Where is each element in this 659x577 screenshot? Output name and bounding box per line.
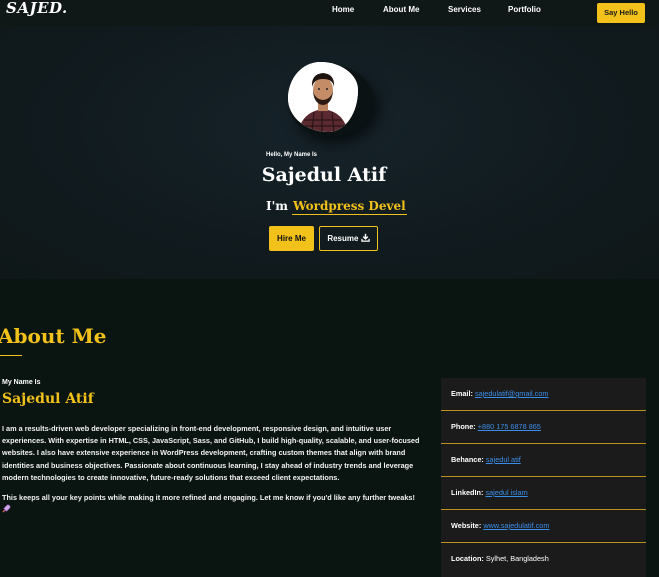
location-label: Location: bbox=[451, 554, 484, 563]
website-label: Website: bbox=[451, 521, 482, 530]
phone-label: Phone: bbox=[451, 422, 476, 431]
info-row-email: Email: sajedulatif@gmail.com bbox=[441, 378, 646, 411]
email-label: Email: bbox=[451, 389, 473, 398]
hero-greeting: Hello, My Name Is bbox=[266, 152, 318, 158]
nav-portfolio[interactable]: Portfolio bbox=[508, 5, 541, 14]
website-link[interactable]: www.sajedulatif.com bbox=[483, 521, 549, 530]
info-row-linkedin: LinkedIn: sajedul islam bbox=[441, 477, 646, 510]
email-link[interactable]: sajedulatif@gmail.com bbox=[475, 389, 549, 398]
nav-about-me[interactable]: About Me bbox=[383, 5, 419, 14]
info-row-phone: Phone: +880 175 6878 865 bbox=[441, 411, 646, 444]
typed-role: Wordpress Devel bbox=[292, 199, 407, 215]
linkedin-link[interactable]: sajedul islam bbox=[485, 488, 527, 497]
about-closing: This keeps all your key points while mak… bbox=[2, 492, 432, 517]
download-icon bbox=[360, 233, 370, 242]
about-closing-text: This keeps all your key points while mak… bbox=[2, 493, 415, 502]
resume-label: Resume bbox=[327, 234, 359, 243]
site-logo[interactable]: SAJED. bbox=[6, 0, 68, 17]
behance-label: Behance: bbox=[451, 455, 484, 464]
top-navbar: SAJED. Home About Me Services Portfolio … bbox=[0, 0, 659, 26]
rocket-icon bbox=[2, 504, 11, 513]
about-section-title: About Me bbox=[0, 324, 107, 348]
hero-role-line: I'm Wordpress Devel bbox=[266, 199, 407, 215]
say-hello-button[interactable]: Say Hello bbox=[597, 3, 645, 23]
phone-link[interactable]: +880 175 6878 865 bbox=[478, 422, 541, 431]
hero-name: Sajedul Atif bbox=[261, 164, 387, 186]
nav-home[interactable]: Home bbox=[332, 5, 354, 14]
info-row-website: Website: www.sajedulatif.com bbox=[441, 510, 646, 543]
nav-services[interactable]: Services bbox=[448, 5, 481, 14]
about-name: Sajedul Atif bbox=[2, 391, 94, 407]
about-my-name-is: My Name Is bbox=[2, 379, 41, 386]
linkedin-label: LinkedIn: bbox=[451, 488, 484, 497]
about-bio: I am a results-driven web developer spec… bbox=[2, 424, 420, 482]
profile-avatar bbox=[288, 62, 358, 132]
info-row-behance: Behance: sajedul atif bbox=[441, 444, 646, 477]
hire-me-button[interactable]: Hire Me bbox=[269, 226, 314, 251]
behance-link[interactable]: sajedul atif bbox=[486, 455, 521, 464]
about-title-underline bbox=[0, 355, 22, 356]
im-prefix: I'm bbox=[266, 199, 288, 213]
resume-button[interactable]: Resume bbox=[319, 226, 378, 251]
profile-photo-illustration bbox=[288, 62, 358, 132]
location-value: Sylhet, Bangladesh bbox=[485, 554, 549, 563]
info-row-location: Location: Sylhet, Bangladesh bbox=[441, 543, 646, 576]
contact-info-card: Email: sajedulatif@gmail.com Phone: +880… bbox=[441, 378, 646, 577]
